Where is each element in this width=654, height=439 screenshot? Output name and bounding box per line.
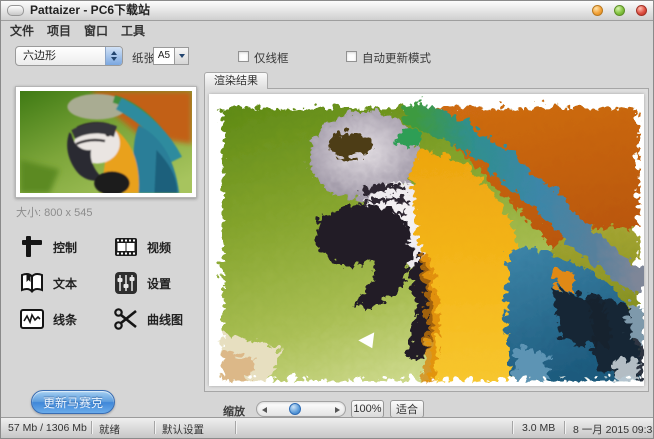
tool-text[interactable]: 文本 — [19, 269, 105, 297]
menu-file[interactable]: 文件 — [10, 22, 34, 39]
menu-tools[interactable]: 工具 — [121, 22, 145, 39]
menubar: 文件 项目 窗口 工具 — [1, 21, 653, 39]
render-paper — [209, 94, 644, 386]
source-image-preview — [15, 86, 197, 198]
tool-video[interactable]: 视频 — [113, 233, 199, 261]
update-mosaic-button[interactable]: 更新马赛克 — [31, 390, 115, 414]
autoupdate-checkbox[interactable] — [346, 51, 357, 62]
tool-label: 控制 — [53, 239, 77, 256]
tool-label: 设置 — [147, 275, 171, 292]
tool-lines[interactable]: 线条 — [19, 305, 105, 333]
control-icon — [19, 234, 45, 260]
chevron-down-icon — [179, 54, 185, 58]
video-icon — [113, 234, 139, 260]
tool-control[interactable]: 控制 — [19, 233, 105, 261]
status-memory: 57 Mb / 1306 Mb — [8, 422, 87, 434]
wireframe-label[interactable]: 仅线框 — [254, 50, 289, 66]
tool-curves[interactable]: 曲线图 — [113, 305, 199, 333]
autoupdate-label[interactable]: 自动更新模式 — [362, 50, 431, 66]
statusbar: 57 Mb / 1306 Mb 就绪 默认设置 3.0 MB 8 一月 2015… — [1, 417, 653, 438]
settings-icon — [113, 270, 139, 296]
stepper-icon[interactable] — [105, 47, 122, 65]
menu-project[interactable]: 项目 — [47, 22, 71, 39]
tool-label: 曲线图 — [147, 311, 183, 328]
pattern-select-value: 六边形 — [23, 50, 56, 62]
zoom-slider[interactable] — [256, 401, 346, 417]
menu-window[interactable]: 窗口 — [84, 22, 108, 39]
image-size-text: 大小: 800 x 545 — [16, 204, 92, 220]
status-datetime: 8 一月 2015 09:35 — [573, 422, 654, 437]
minimize-button[interactable] — [592, 5, 603, 16]
wireframe-checkbox[interactable] — [238, 51, 249, 62]
slider-left-arrow-icon[interactable] — [262, 407, 267, 413]
status-preset: 默认设置 — [162, 422, 204, 437]
app-icon — [7, 5, 24, 16]
tab-render-result[interactable]: 渲染结果 — [204, 72, 268, 89]
text-icon — [19, 270, 45, 296]
paper-select[interactable]: A5 — [153, 47, 175, 65]
app-window: Pattaizer - PC6下载站 文件 项目 窗口 工具 六边形 纸张 A5… — [0, 0, 654, 439]
window-title: Pattaizer - PC6下载站 — [30, 1, 150, 20]
tool-label: 文本 — [53, 275, 77, 292]
tool-label: 线条 — [53, 311, 77, 328]
parrot-photo — [20, 91, 192, 193]
paper-label: 纸张 — [132, 50, 155, 66]
fit-button[interactable]: 适合 — [390, 400, 424, 418]
status-filesize: 3.0 MB — [522, 422, 555, 434]
close-button[interactable] — [636, 5, 647, 16]
curves-icon — [113, 306, 139, 332]
zoom-slider-thumb[interactable] — [289, 403, 301, 415]
titlebar[interactable]: Pattaizer - PC6下载站 — [1, 1, 653, 21]
tool-settings[interactable]: 设置 — [113, 269, 199, 297]
pattern-select[interactable]: 六边形 — [15, 46, 123, 66]
paper-select-button[interactable] — [174, 47, 189, 65]
status-state: 就绪 — [99, 422, 120, 437]
mosaic-render — [209, 94, 644, 386]
zoom-value-button[interactable]: 100% — [351, 400, 384, 418]
slider-right-arrow-icon[interactable] — [335, 407, 340, 413]
render-panel — [204, 88, 649, 392]
lines-icon — [19, 306, 45, 332]
tool-label: 视频 — [147, 239, 171, 256]
maximize-button[interactable] — [614, 5, 625, 16]
